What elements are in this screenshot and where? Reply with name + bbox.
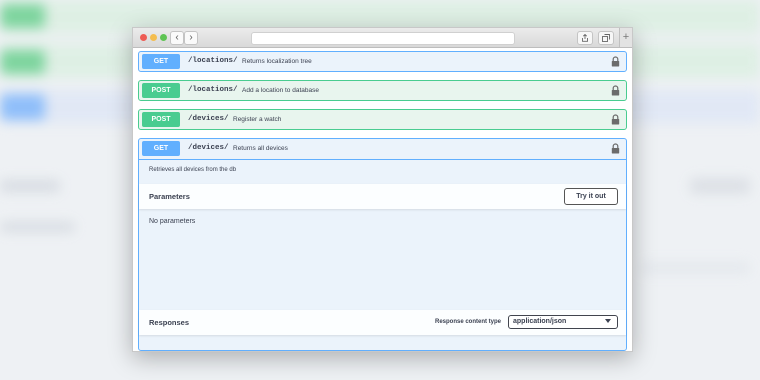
lock-icon[interactable] — [611, 85, 620, 96]
browser-window: ‹ › + GET /locations/ Returns localizati… — [132, 27, 633, 352]
address-bar[interactable] — [251, 32, 515, 45]
operation-description: Retrieves all devices from the db — [149, 167, 237, 173]
operation-post-locations[interactable]: POST /locations/ Add a location to datab… — [138, 80, 627, 101]
operation-summary: Register a watch — [233, 116, 282, 123]
operation-post-devices[interactable]: POST /devices/ Register a watch — [138, 109, 627, 130]
operation-path: /locations/ — [188, 57, 238, 65]
lock-icon[interactable] — [611, 114, 620, 125]
method-badge: GET — [142, 141, 180, 156]
background-block — [0, 222, 75, 232]
background-block — [0, 94, 45, 120]
response-content-type-select[interactable]: application/json — [508, 315, 618, 329]
operation-summary: Returns all devices — [233, 145, 288, 152]
parameters-section-header: Parameters Try it out — [139, 184, 626, 209]
background-block — [690, 178, 750, 194]
operation-path: /locations/ — [188, 86, 238, 94]
operation-get-locations[interactable]: GET /locations/ Returns localization tre… — [138, 51, 627, 72]
try-it-out-button[interactable]: Try it out — [564, 188, 618, 205]
lock-icon[interactable] — [611, 143, 620, 154]
background-block — [0, 180, 60, 192]
response-content-type-label: Response content type — [434, 319, 501, 325]
selected-content-type: application/json — [513, 318, 567, 325]
maximize-window-button[interactable] — [160, 34, 167, 41]
background-block — [640, 262, 750, 274]
method-badge: GET — [142, 54, 180, 69]
responses-title: Responses — [149, 318, 190, 327]
close-window-button[interactable] — [140, 34, 147, 41]
operation-path: /devices/ — [188, 115, 229, 123]
background-block — [0, 4, 45, 28]
operation-summary: Add a location to database — [242, 87, 319, 94]
plus-icon[interactable]: + — [619, 28, 632, 47]
share-icon[interactable] — [577, 31, 593, 45]
chevron-left-icon[interactable]: ‹ — [170, 31, 184, 45]
method-badge: POST — [142, 112, 180, 127]
swagger-content: GET /locations/ Returns localization tre… — [133, 48, 632, 351]
tabs-icon[interactable] — [598, 31, 614, 45]
responses-section-header: Responses Response content type applicat… — [139, 310, 626, 335]
background-block — [0, 50, 45, 74]
chevron-down-icon — [605, 319, 611, 323]
operation-get-devices-expanded: GET /devices/ Returns all devices Retrie… — [138, 138, 627, 351]
no-parameters-text: No parameters — [149, 218, 196, 225]
minimize-window-button[interactable] — [150, 34, 157, 41]
lock-icon[interactable] — [611, 56, 620, 67]
operation-path: /devices/ — [188, 144, 229, 152]
parameters-title: Parameters — [149, 192, 190, 201]
operation-summary: Returns localization tree — [242, 58, 312, 65]
operation-header[interactable]: GET /devices/ Returns all devices — [139, 139, 626, 160]
chevron-right-icon[interactable]: › — [184, 31, 198, 45]
method-badge: POST — [142, 83, 180, 98]
browser-titlebar: ‹ › + — [133, 28, 632, 48]
